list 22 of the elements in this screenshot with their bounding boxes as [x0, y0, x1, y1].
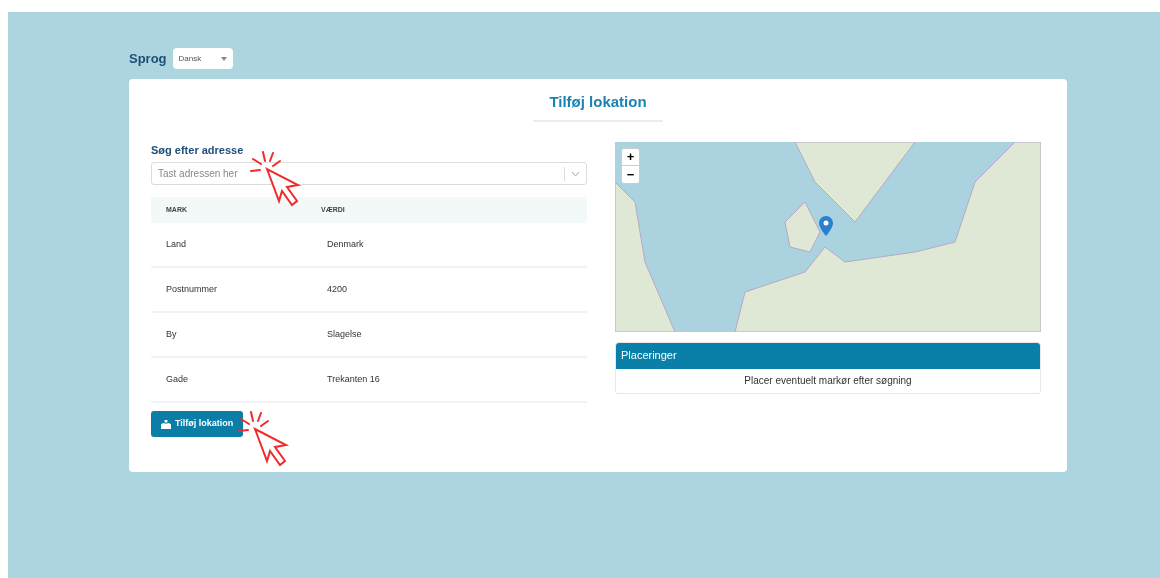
locations-header: Placeringer: [616, 342, 1040, 369]
language-label: Sprog: [129, 49, 167, 68]
chevron-down-icon: [571, 170, 580, 177]
table-cell-text: 4200: [327, 282, 348, 296]
zoom-in-button[interactable]: +: [622, 148, 639, 166]
table-cell-text: Land: [165, 237, 188, 251]
page-title: Tilføj lokation: [533, 91, 663, 122]
search-label: Søg efter adresse: [151, 142, 245, 158]
zoom-out-button[interactable]: −: [622, 165, 639, 183]
locations-message: Placer eventuelt markør efter søgning: [743, 374, 913, 388]
table-cell-text: By: [165, 327, 178, 341]
table-cell-text: Gade: [165, 372, 190, 386]
table-cell-text: Postnummer: [165, 282, 219, 296]
table-cell-text: Slagelse: [327, 327, 362, 341]
add-location-button[interactable]: Tilføj lokation: [151, 411, 244, 437]
table-cell-text: Denmark: [327, 237, 364, 251]
address-select[interactable]: Tast adressen her: [151, 162, 587, 185]
table-cell-text: Trekanten 16: [327, 372, 380, 386]
caret-icon: [220, 56, 227, 61]
map-pin-icon: [819, 215, 833, 236]
address-input[interactable]: Tast adressen her: [152, 166, 564, 181]
language-dropdown[interactable]: Dansk: [172, 48, 233, 69]
